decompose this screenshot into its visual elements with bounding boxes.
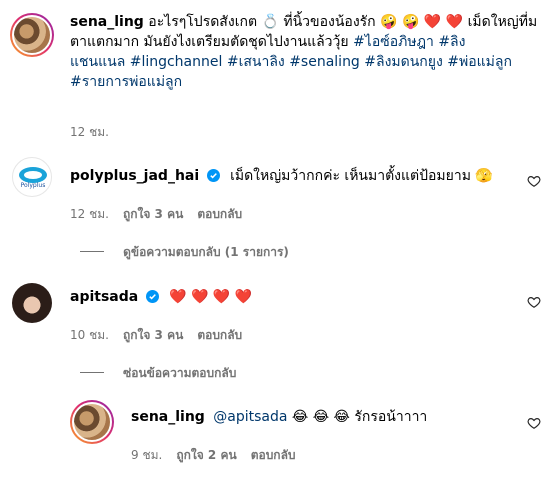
hashtags-line3[interactable]: #รายการพ่อแม่ลูก [70, 72, 540, 92]
verified-badge-icon [145, 290, 159, 303]
post-caption: sena_ling อะไรๆโปรดสังเกต 💍 ที่นิ้วของน้… [70, 12, 540, 92]
post-author-avatar[interactable] [10, 13, 54, 57]
reply-author-avatar[interactable] [70, 400, 114, 444]
reply-meta: 9 ชม. ถูกใจ 2 คน ตอบกลับ [131, 446, 296, 465]
comment-1-meta: 12 ชม. ถูกใจ 3 คน ตอบกลับ [70, 205, 242, 224]
like-reply-heart-icon[interactable] [527, 416, 541, 430]
view-replies-label[interactable]: ดูข้อความตอบกลับ (1 รายการ) [123, 245, 289, 259]
verified-badge-icon [206, 169, 220, 182]
comment-2-text: ❤️ ❤️ ❤️ ❤️ [169, 289, 253, 305]
hashtags-line1[interactable]: #ไอซ์อภิษฎา #ลิง [353, 34, 465, 50]
reply-time[interactable]: 9 ชม. [131, 446, 162, 465]
post-meta: 12 ชม. [70, 123, 109, 142]
comment-2-reply-button[interactable]: ตอบกลับ [197, 326, 242, 345]
hide-replies-toggle[interactable]: ซ่อนข้อความตอบกลับ [80, 362, 236, 383]
reply-text: 😂 😂 😂 รักรอน้าาาา [291, 409, 428, 425]
comment-1-username[interactable]: polyplus_jad_hai [70, 168, 199, 184]
reply-body: sena_ling @apitsada 😂 😂 😂 รักรอน้าาาา [131, 407, 511, 427]
replies-line [80, 372, 104, 373]
comment-1-time[interactable]: 12 ชม. [70, 205, 109, 224]
hashtags-line2[interactable]: แชนแนล #lingchannel #เสนาลิง #senaling #… [70, 52, 540, 72]
comment-2-body: apitsada ❤️ ❤️ ❤️ ❤️ [70, 287, 510, 307]
comment-1-reply-button[interactable]: ตอบกลับ [197, 205, 242, 224]
reply-username[interactable]: sena_ling [131, 409, 205, 425]
replies-line [80, 251, 104, 252]
apitsada-avatar[interactable] [12, 283, 52, 323]
post-time[interactable]: 12 ชม. [70, 123, 109, 142]
comment-1-likes[interactable]: ถูกใจ 3 คน [123, 205, 183, 224]
comment-2-time[interactable]: 10 ชม. [70, 326, 109, 345]
like-comment-1-heart-icon[interactable] [527, 174, 541, 188]
comment-1-text: เม็ดใหญ่มว้ากกค่ะ เห็นมาตั้งแต่ป้อมยาม 🫣 [230, 168, 493, 184]
post-author-username[interactable]: sena_ling [70, 14, 144, 30]
comment-1-body: polyplus_jad_hai เม็ดใหญ่มว้ากกค่ะ เห็นม… [70, 166, 510, 186]
comment-2-meta: 10 ชม. ถูกใจ 3 คน ตอบกลับ [70, 326, 242, 345]
comment-2-username[interactable]: apitsada [70, 289, 138, 305]
view-replies-toggle[interactable]: ดูข้อความตอบกลับ (1 รายการ) [80, 241, 289, 262]
reply-mention[interactable]: @apitsada [213, 409, 287, 425]
hide-replies-label[interactable]: ซ่อนข้อความตอบกลับ [123, 366, 236, 380]
reply-likes[interactable]: ถูกใจ 2 คน [176, 446, 236, 465]
polyplus-logo-icon: Polyplus [19, 167, 47, 189]
reply-reply-button[interactable]: ตอบกลับ [251, 446, 296, 465]
svg-text:Polyplus: Polyplus [21, 182, 46, 189]
polyplus-avatar[interactable]: Polyplus [12, 157, 52, 197]
comment-2-likes[interactable]: ถูกใจ 3 คน [123, 326, 183, 345]
like-comment-2-heart-icon[interactable] [527, 295, 541, 309]
